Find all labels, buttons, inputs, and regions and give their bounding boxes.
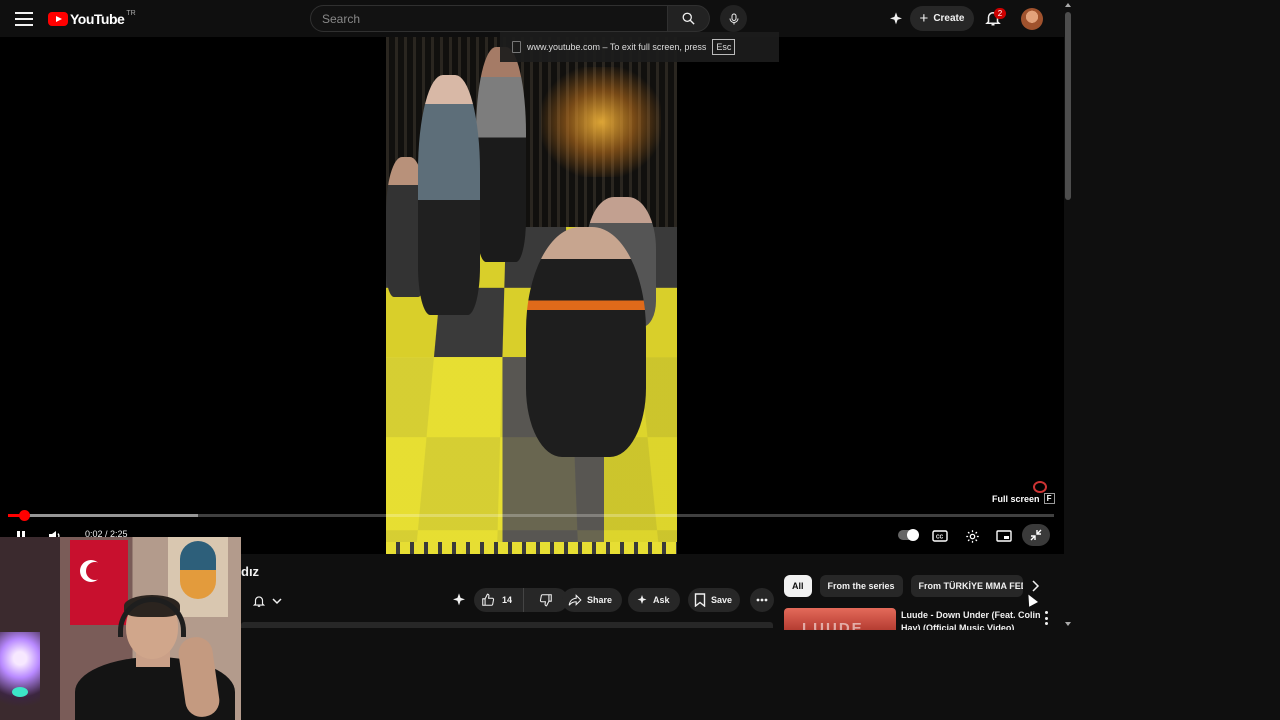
progress-buffered [8, 514, 199, 517]
settings-icon [965, 529, 979, 543]
captions-button[interactable]: CC [930, 526, 950, 546]
site-icon [512, 41, 521, 53]
save-icon [694, 593, 706, 607]
channel-watermark-icon[interactable] [1033, 481, 1047, 493]
video-scene-light [541, 67, 661, 177]
save-button[interactable]: Save [688, 588, 740, 612]
page-background [241, 630, 1064, 720]
like-count: 14 [502, 595, 513, 605]
fullscreen-tooltip-label: Full screen [992, 493, 1040, 504]
fullscreen-tip-text: www.youtube.com – To exit full screen, p… [527, 42, 707, 52]
ask-sparkle-icon[interactable] [451, 592, 467, 608]
plasma-ball [0, 632, 40, 720]
exit-fullscreen-button[interactable] [1022, 524, 1050, 546]
video-scene-person [526, 227, 646, 457]
webcam-overlay [0, 537, 241, 720]
chips-next-button[interactable] [1030, 579, 1042, 593]
esc-key-hint: Esc [712, 39, 736, 55]
video-scene-mat-edge [386, 542, 677, 554]
recommendation-thumbnail[interactable]: LUUDE [784, 608, 896, 630]
voice-search-button[interactable] [720, 5, 747, 32]
like-button[interactable]: 14 [474, 588, 524, 612]
video-scene-person [476, 47, 526, 262]
menu-icon[interactable] [14, 9, 34, 29]
turkish-flag [70, 540, 128, 625]
fullscreen-tooltip: Full screen F [992, 493, 1055, 504]
wall-art [180, 541, 216, 599]
svg-text:CC: CC [936, 535, 944, 541]
exit-fullscreen-icon [1030, 529, 1042, 541]
like-dislike-group: 14 [474, 588, 568, 612]
like-icon [482, 593, 495, 606]
thumbnail-text: LUUDE [802, 620, 864, 630]
chip-all[interactable]: All [784, 575, 812, 597]
mic-icon [729, 13, 738, 24]
subscription-notifications-button[interactable] [252, 589, 300, 613]
create-button[interactable]: + Create [910, 6, 974, 31]
share-button[interactable]: Share [562, 588, 622, 612]
related-filter-chips: All From the series From TÜRKİYE MMA FED [784, 575, 1023, 597]
video-scene-person [418, 75, 480, 315]
fullscreen-key-hint: F [1043, 493, 1055, 504]
logo-text: YouTube [70, 11, 125, 27]
country-code: TR [126, 9, 136, 17]
notification-badge: 2 [994, 8, 1006, 19]
more-actions-button[interactable] [750, 588, 774, 612]
save-label: Save [711, 595, 733, 605]
share-icon [568, 594, 582, 606]
description-box[interactable] [241, 622, 773, 628]
recommendation-title[interactable]: Luude - Down Under (Feat. Colin Hay) (Of… [901, 609, 1041, 630]
progress-bar[interactable] [8, 510, 1054, 521]
create-label: Create [933, 13, 965, 24]
ask-sparkle-icon [637, 595, 647, 604]
video-title: dız [241, 564, 260, 579]
chevron-right-icon [1032, 580, 1040, 592]
search-box[interactable] [310, 5, 668, 32]
chip-from-channel[interactable]: From TÜRKİYE MMA FED [910, 575, 1023, 597]
plasma-ball-base [12, 687, 28, 697]
recommendation-more-icon[interactable] [1043, 611, 1049, 625]
share-label: Share [587, 595, 613, 605]
theater-mode-button[interactable] [994, 526, 1014, 546]
avatar[interactable] [1021, 8, 1043, 30]
scroll-up-arrow[interactable] [1065, 3, 1071, 7]
theater-icon [996, 530, 1012, 542]
youtube-logo-icon [48, 12, 68, 26]
captions-icon: CC [932, 530, 948, 542]
video-frame[interactable] [386, 37, 677, 554]
scroll-down-arrow[interactable] [1065, 622, 1071, 626]
fullscreen-exit-tip: www.youtube.com – To exit full screen, p… [500, 32, 779, 62]
scrollbar-thumb[interactable] [1065, 12, 1071, 200]
video-player[interactable]: www.youtube.com – To exit full screen, p… [0, 32, 1064, 554]
chevron-down-icon [272, 598, 282, 605]
autoplay-toggle[interactable] [898, 529, 919, 541]
bell-icon [252, 596, 266, 607]
ask-sparkle-icon[interactable] [886, 9, 906, 29]
progress-scrubber[interactable] [18, 510, 30, 521]
ask-label: Ask [653, 595, 670, 605]
dislike-icon [539, 594, 552, 607]
plus-icon: + [919, 10, 929, 27]
search-icon [682, 12, 695, 25]
chip-from-the-series[interactable]: From the series [819, 575, 903, 597]
search-input[interactable] [311, 6, 667, 31]
settings-button[interactable] [962, 526, 982, 546]
search-button[interactable] [668, 5, 710, 32]
more-icon [756, 598, 768, 602]
ask-button[interactable]: Ask [628, 588, 680, 612]
youtube-logo[interactable]: YouTube TR [48, 10, 136, 28]
mouse-cursor-icon [1024, 592, 1038, 607]
